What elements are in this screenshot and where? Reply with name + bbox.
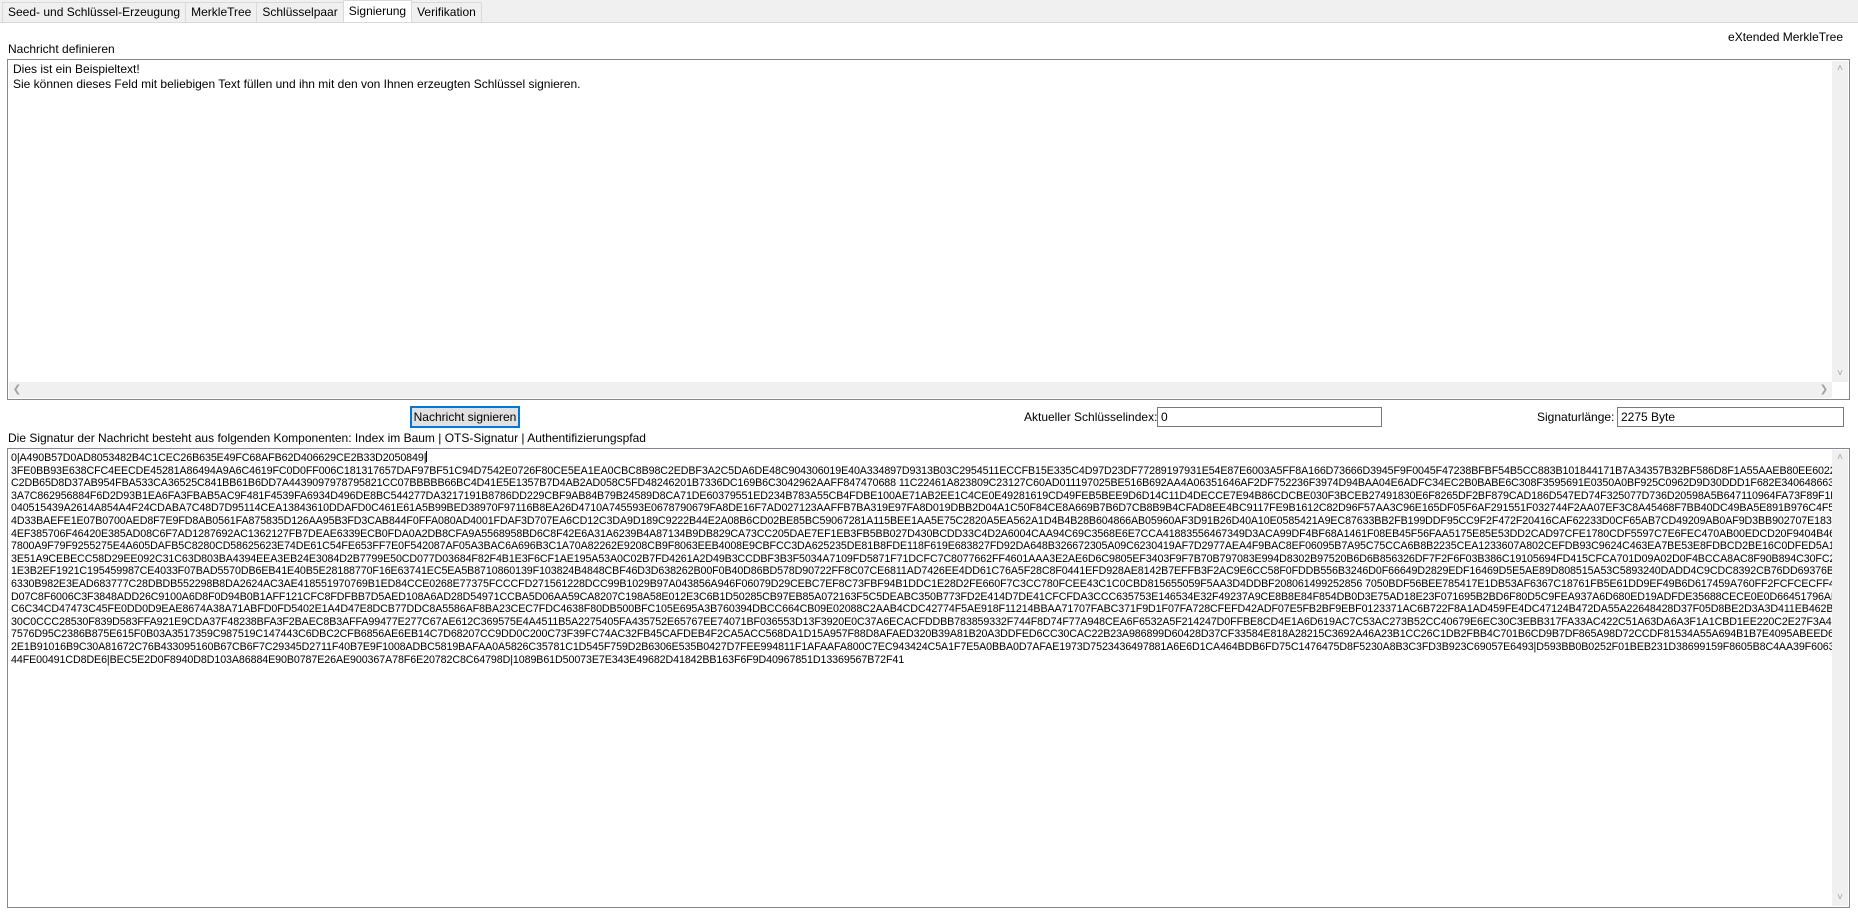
signature-length-label: Signaturlänge: xyxy=(1537,410,1615,424)
key-index-field[interactable]: 0 xyxy=(1157,407,1382,427)
app-brand-label: eXtended MerkleTree xyxy=(1728,30,1843,44)
tab-merkletree[interactable]: MerkleTree xyxy=(185,2,258,22)
key-index-label: Aktueller Schlüsselindex: xyxy=(1024,410,1158,424)
scroll-up-icon[interactable]: ˄ xyxy=(1832,61,1848,77)
message-textarea[interactable]: Dies ist ein Beispieltext! Sie können di… xyxy=(7,59,1850,400)
sign-message-button[interactable]: Nachricht signieren xyxy=(410,406,520,428)
tab-signing[interactable]: Signierung xyxy=(342,0,413,22)
tab-content-signing: eXtended MerkleTree Nachricht definieren… xyxy=(0,22,1858,913)
scroll-left-icon[interactable]: ❮ xyxy=(9,382,25,398)
scroll-down-icon[interactable]: ˅ xyxy=(1832,890,1848,906)
message-horizontal-scrollbar[interactable]: ❮ ❯ xyxy=(9,382,1832,398)
scroll-up-icon[interactable]: ˄ xyxy=(1832,450,1848,466)
signature-header-line: 0|A490B57D0AD8053482B4C1CEC26B635E49FC68… xyxy=(11,452,427,464)
scroll-right-icon[interactable]: ❯ xyxy=(1816,382,1832,398)
message-heading: Nachricht definieren xyxy=(8,42,115,56)
message-text[interactable]: Dies ist ein Beispieltext! Sie können di… xyxy=(8,60,1849,93)
message-vertical-scrollbar[interactable]: ˄ ˅ xyxy=(1832,61,1848,382)
signature-body: 3FE0BB93E638CFC4EECDE45281A86494A9A6C461… xyxy=(11,464,1846,666)
signature-textarea[interactable]: 0|A490B57D0AD8053482B4C1CEC26B635E49FC68… xyxy=(7,448,1850,908)
signature-length-field[interactable]: 2275 Byte xyxy=(1617,407,1844,427)
tab-verification[interactable]: Verifikation xyxy=(411,2,482,22)
signature-vertical-scrollbar[interactable]: ˄ ˅ xyxy=(1832,450,1848,906)
signature-description: Die Signatur der Nachricht besteht aus f… xyxy=(8,431,646,445)
text-cursor xyxy=(426,451,428,462)
tab-seed-key-generation[interactable]: Seed- und Schlüssel-Erzeugung xyxy=(2,2,187,22)
tab-bar: Seed- und Schlüssel-Erzeugung MerkleTree… xyxy=(2,0,482,22)
tab-keypair[interactable]: Schlüsselpaar xyxy=(256,2,344,22)
signature-text[interactable]: 0|A490B57D0AD8053482B4C1CEC26B635E49FC68… xyxy=(8,449,1849,668)
scroll-down-icon[interactable]: ˅ xyxy=(1832,366,1848,382)
